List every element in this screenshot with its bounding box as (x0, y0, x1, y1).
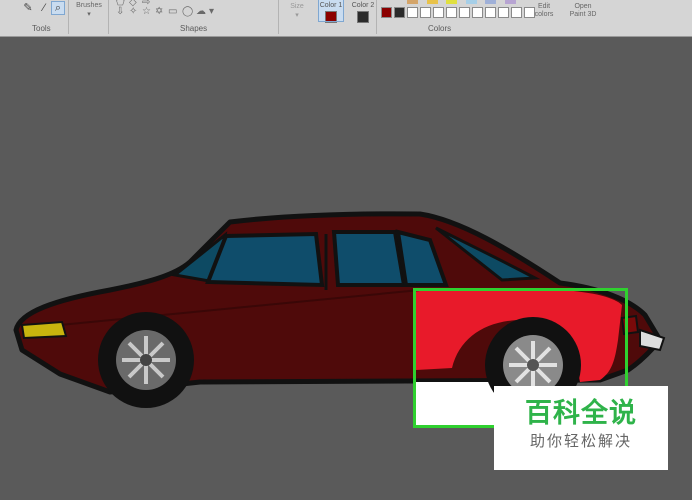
shape-callout-cloud-icon[interactable]: ☁ (196, 7, 206, 17)
separator (68, 0, 69, 34)
palette-swatch[interactable] (407, 0, 418, 4)
separator (278, 0, 279, 34)
shape-5star-icon[interactable]: ☆ (142, 7, 151, 17)
tools-group-label: Tools (32, 24, 51, 33)
palette-swatch[interactable] (446, 7, 457, 18)
color2-button[interactable]: Color 2 (351, 0, 375, 23)
size-button[interactable]: Size (286, 3, 308, 11)
watermark-badge: 百科全说 助你轻松解决 (494, 386, 668, 470)
brushes-button[interactable]: Brushes (72, 2, 106, 10)
watermark-subtitle: 助你轻松解决 (529, 433, 632, 450)
palette-swatch[interactable] (394, 7, 405, 18)
shape-4star-icon[interactable]: ✧ (129, 7, 137, 17)
size-dropdown-icon[interactable]: ▾ (286, 12, 308, 20)
palette-swatch[interactable] (485, 0, 496, 4)
color1-button[interactable]: Color 1 (318, 0, 344, 23)
separator (108, 0, 109, 34)
color2-swatch (357, 11, 369, 23)
watermark-title: 百科全说 (525, 398, 637, 428)
color1-swatch (325, 11, 337, 23)
palette-swatch[interactable] (381, 7, 392, 18)
palette-swatch[interactable] (420, 7, 431, 18)
tail-light (620, 314, 640, 336)
palette-swatch[interactable] (433, 7, 444, 18)
shape-6star-icon[interactable]: ✡ (155, 7, 163, 17)
front-side-window (205, 231, 325, 288)
open-paint3d-button[interactable]: Open Paint 3D (566, 3, 600, 19)
colors-group-label: Colors (428, 24, 452, 33)
edit-colors-button[interactable]: Edit colors (528, 3, 560, 19)
headlight (20, 320, 68, 340)
palette-swatch[interactable] (426, 0, 438, 4)
ribbon-toolbar: ✎ ⁄ ⌕ Tools Brushes ▾ ⬠ ◇ ⇨ ⇩ ✧ ☆ ✡ ▭ ◯ … (0, 0, 692, 37)
palette-swatch[interactable] (465, 0, 477, 4)
rear-side-window (331, 230, 407, 287)
shape-callout-rect-icon[interactable]: ▭ (168, 7, 177, 17)
brushes-dropdown-icon[interactable]: ▾ (72, 11, 106, 19)
color1-label: Color 1 (319, 2, 343, 9)
palette-swatch[interactable] (446, 0, 457, 4)
palette-swatch[interactable] (498, 7, 509, 18)
rear-bumper (639, 328, 666, 352)
shapes-more-icon[interactable]: ▾ (209, 7, 214, 17)
color-picker-icon[interactable]: ⁄ (38, 2, 50, 14)
palette-swatch[interactable] (459, 7, 470, 18)
palette-swatch[interactable] (407, 7, 418, 18)
palette-swatch[interactable] (472, 7, 483, 18)
color2-label: Color 2 (351, 2, 375, 9)
shape-callout-oval-icon[interactable]: ◯ (182, 7, 193, 17)
palette-swatch[interactable] (485, 7, 496, 18)
palette-swatch[interactable] (511, 7, 522, 18)
separator (376, 0, 377, 34)
eraser-icon[interactable]: ✎ (22, 2, 34, 14)
magnifier-icon[interactable]: ⌕ (51, 1, 65, 15)
shape-down-arrow-icon[interactable]: ⇩ (116, 7, 124, 17)
shapes-group-label: Shapes (180, 24, 208, 33)
palette-swatch[interactable] (504, 0, 516, 4)
